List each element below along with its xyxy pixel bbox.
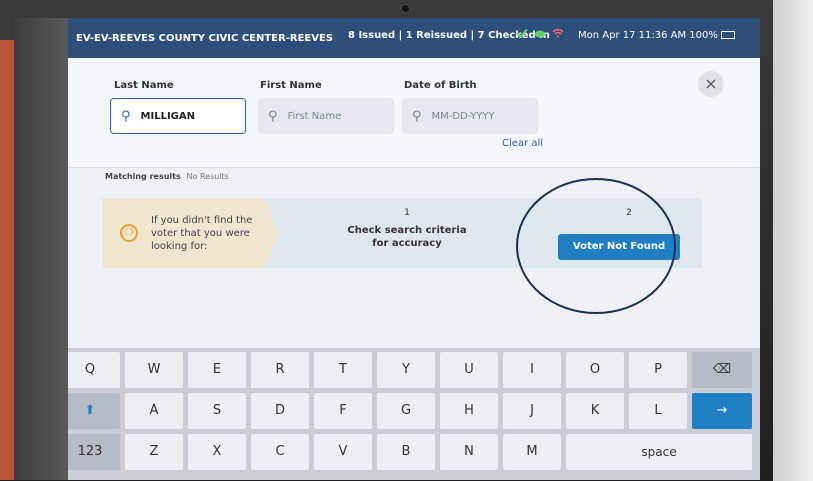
cloud-icon (535, 30, 545, 38)
search-icon: ⚲ (412, 108, 422, 124)
key-r[interactable]: R (251, 352, 309, 388)
poll-location: EV-EV-REEVES COUNTY CIVIC CENTER-REEVES (76, 32, 333, 44)
key-p[interactable]: P (629, 352, 687, 388)
key-n[interactable]: N (440, 434, 498, 470)
dob-label: Date of Birth (404, 80, 477, 91)
matching-results-label: Matching results (105, 172, 181, 181)
numbers-key[interactable]: 123 (68, 434, 120, 470)
status-bar: EV-EV-REEVES COUNTY CIVIC CENTER-REEVES … (68, 18, 760, 58)
key-v[interactable]: V (314, 434, 372, 470)
lifebuoy-icon: ❍ (120, 224, 138, 242)
key-e[interactable]: E (188, 352, 246, 388)
key-u[interactable]: U (440, 352, 498, 388)
key-x[interactable]: X (188, 434, 246, 470)
space-key[interactable]: space (566, 434, 752, 470)
step-1: 1 Check search criteria for accuracy (347, 208, 467, 250)
onscreen-keyboard: Q W E R T Y U I O P ⌫ ⬆ A S D F G H J K … (68, 348, 760, 480)
key-j[interactable]: J (503, 393, 561, 429)
first-name-field[interactable]: ⚲ First Name (258, 98, 394, 134)
key-i[interactable]: I (503, 352, 561, 388)
key-o[interactable]: O (566, 352, 624, 388)
status-icons (516, 28, 564, 38)
search-panel: × Last Name ⚲ MILLIGAN First Name ⚲ Firs… (68, 58, 760, 168)
enter-arrow-icon[interactable]: → (692, 393, 752, 429)
last-name-value: MILLIGAN (140, 110, 195, 122)
search-icon: ⚲ (121, 108, 131, 124)
close-button[interactable]: × (698, 71, 724, 97)
tablet-screen: EV-EV-REEVES COUNTY CIVIC CENTER-REEVES … (68, 18, 760, 480)
key-k[interactable]: K (566, 393, 624, 429)
key-y[interactable]: Y (377, 352, 435, 388)
battery-icon (720, 31, 735, 39)
search-icon: ⚲ (268, 108, 278, 124)
dob-placeholder: MM-DD-YYYY (431, 110, 495, 122)
background-object (0, 40, 14, 480)
matching-results: Matching results No Results (105, 172, 229, 181)
key-t[interactable]: T (314, 352, 372, 388)
clear-all-link[interactable]: Clear all (502, 138, 543, 149)
key-b[interactable]: B (377, 434, 435, 470)
key-g[interactable]: G (377, 393, 435, 429)
key-c[interactable]: C (251, 434, 309, 470)
no-results-text: No Results (186, 172, 229, 181)
step-1-number: 1 (404, 208, 410, 218)
wifi-icon (552, 28, 564, 38)
key-d[interactable]: D (251, 393, 309, 429)
shift-icon[interactable]: ⬆ (68, 393, 120, 429)
first-name-placeholder: First Name (287, 110, 342, 122)
key-l[interactable]: L (629, 393, 687, 429)
key-s[interactable]: S (188, 393, 246, 429)
datetime-battery: Mon Apr 17 11:36 AM 100% (578, 30, 735, 41)
key-h[interactable]: H (440, 393, 498, 429)
first-name-label: First Name (260, 80, 322, 91)
key-f[interactable]: F (314, 393, 372, 429)
key-z[interactable]: Z (125, 434, 183, 470)
step-1-text: Check search criteria for accuracy (347, 225, 467, 249)
last-name-field[interactable]: ⚲ MILLIGAN (110, 98, 246, 134)
hint-text: If you didn't find the voter that you we… (151, 215, 253, 252)
camera-icon (401, 4, 410, 13)
background-object-right (773, 0, 813, 481)
screen-glare (14, 18, 68, 480)
backspace-icon[interactable]: ⌫ (692, 352, 752, 388)
key-m[interactable]: M (503, 434, 561, 470)
check-icon (516, 28, 528, 38)
last-name-label: Last Name (114, 80, 174, 91)
dob-field[interactable]: ⚲ MM-DD-YYYY (402, 98, 538, 134)
key-q[interactable]: Q (68, 352, 120, 388)
datetime-text: Mon Apr 17 11:36 AM 100% (578, 30, 718, 41)
key-w[interactable]: W (125, 352, 183, 388)
hand-drawn-circle (516, 178, 676, 314)
key-a[interactable]: A (125, 393, 183, 429)
